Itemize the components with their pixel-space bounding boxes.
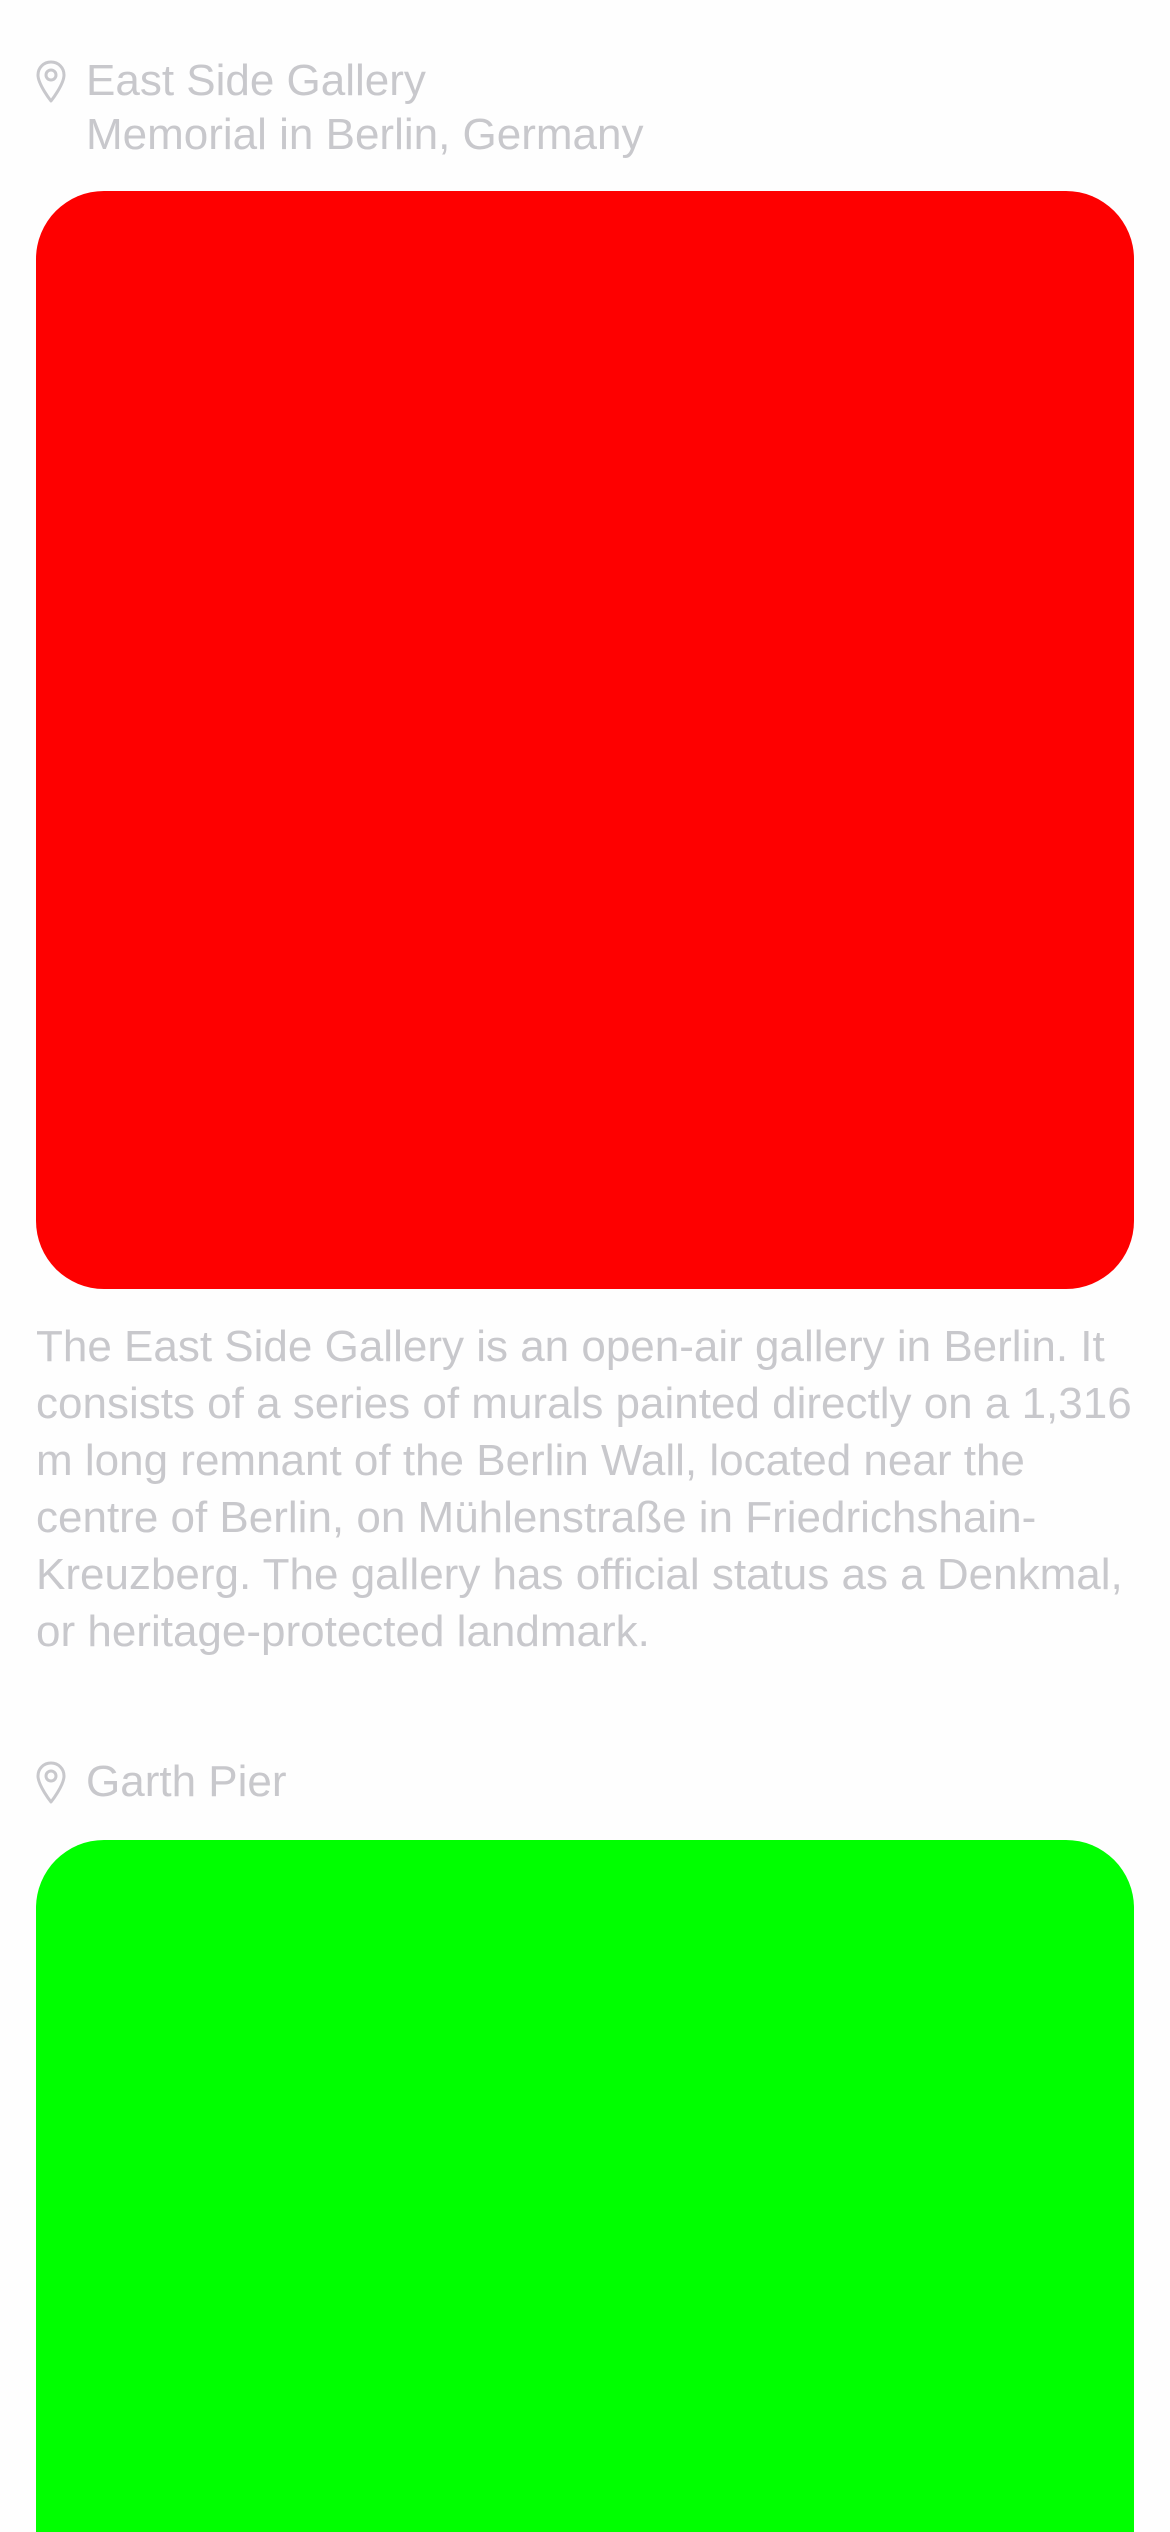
place-header-garth-pier[interactable]: Garth Pier (36, 1755, 287, 1809)
place-photo-east-side-gallery[interactable] (36, 191, 1134, 1289)
place-description: The East Side Gallery is an open-air gal… (36, 1322, 1132, 1656)
place-subtitle: Memorial in Berlin, Germany (86, 110, 644, 159)
location-pin-icon (36, 60, 66, 104)
place-photo-garth-pier[interactable] (36, 1840, 1134, 2532)
place-header-east-side-gallery[interactable]: East Side Gallery Memorial in Berlin, Ge… (36, 54, 644, 162)
place-title: East Side Gallery (86, 56, 426, 105)
place-title: Garth Pier (86, 1757, 287, 1806)
location-pin-icon (36, 1761, 66, 1805)
